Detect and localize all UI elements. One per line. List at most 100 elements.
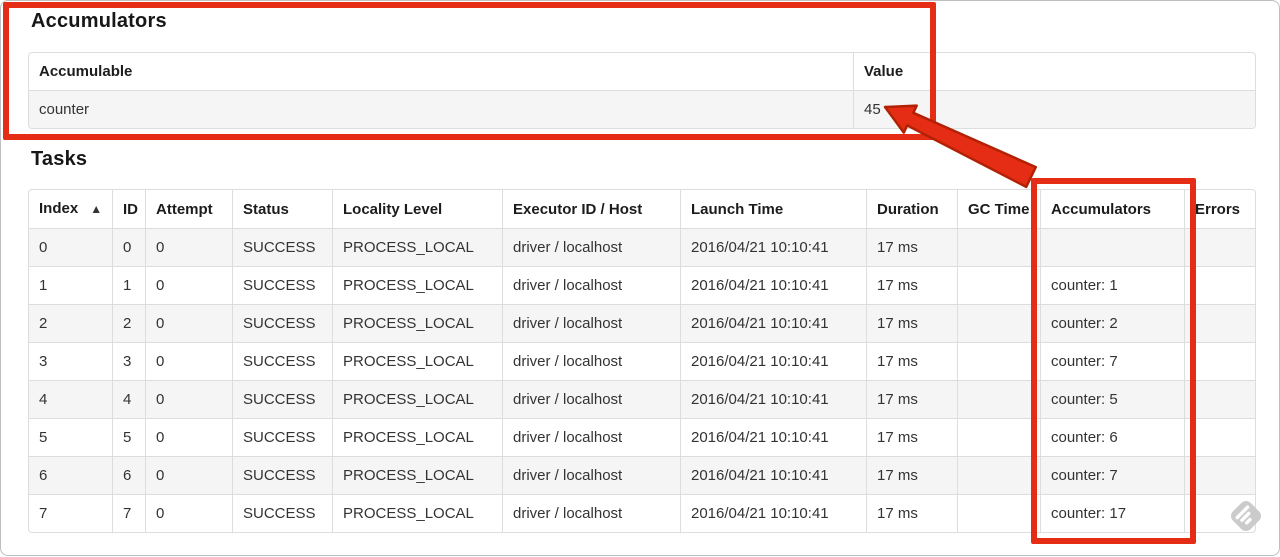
accumulator-row: counter 45 xyxy=(29,90,1255,128)
col-header-duration[interactable]: Duration xyxy=(866,190,957,228)
status-cell: SUCCESS xyxy=(232,266,332,304)
duration-cell: 17 ms xyxy=(866,456,957,494)
errors-cell xyxy=(1184,304,1255,342)
gc-time-cell xyxy=(957,380,1040,418)
duration-cell: 17 ms xyxy=(866,418,957,456)
col-header-status[interactable]: Status xyxy=(232,190,332,228)
executor-cell: driver / localhost xyxy=(502,228,680,266)
id-cell: 2 xyxy=(112,304,145,342)
status-cell: SUCCESS xyxy=(232,380,332,418)
locality-cell: PROCESS_LOCAL xyxy=(332,494,502,532)
attempt-cell: 0 xyxy=(145,228,232,266)
index-cell: 2 xyxy=(29,304,112,342)
executor-cell: driver / localhost xyxy=(502,304,680,342)
id-cell: 7 xyxy=(112,494,145,532)
executor-cell: driver / localhost xyxy=(502,266,680,304)
accumulators-header-row: Accumulable Value xyxy=(29,53,1255,90)
index-cell: 3 xyxy=(29,342,112,380)
id-cell: 1 xyxy=(112,266,145,304)
attempt-cell: 0 xyxy=(145,266,232,304)
errors-cell xyxy=(1184,456,1255,494)
index-cell: 6 xyxy=(29,456,112,494)
accumulators-cell: counter: 2 xyxy=(1040,304,1184,342)
col-header-id[interactable]: ID xyxy=(112,190,145,228)
status-cell: SUCCESS xyxy=(232,342,332,380)
locality-cell: PROCESS_LOCAL xyxy=(332,266,502,304)
index-cell: 0 xyxy=(29,228,112,266)
index-cell: 1 xyxy=(29,266,112,304)
executor-cell: driver / localhost xyxy=(502,456,680,494)
status-cell: SUCCESS xyxy=(232,456,332,494)
status-cell: SUCCESS xyxy=(232,418,332,456)
locality-cell: PROCESS_LOCAL xyxy=(332,456,502,494)
status-cell: SUCCESS xyxy=(232,228,332,266)
locality-cell: PROCESS_LOCAL xyxy=(332,380,502,418)
locality-cell: PROCESS_LOCAL xyxy=(332,304,502,342)
index-cell: 7 xyxy=(29,494,112,532)
attempt-cell: 0 xyxy=(145,418,232,456)
gc-time-cell xyxy=(957,342,1040,380)
col-header-accumulators[interactable]: Accumulators xyxy=(1040,190,1184,228)
duration-cell: 17 ms xyxy=(866,342,957,380)
duration-cell: 17 ms xyxy=(866,380,957,418)
task-row: 2 2 0 SUCCESS PROCESS_LOCAL driver / loc… xyxy=(29,304,1255,342)
col-header-index[interactable]: Index ▲ xyxy=(29,190,112,228)
attempt-cell: 0 xyxy=(145,456,232,494)
executor-cell: driver / localhost xyxy=(502,418,680,456)
errors-cell xyxy=(1184,266,1255,304)
launch-time-cell: 2016/04/21 10:10:41 xyxy=(680,342,866,380)
id-cell: 5 xyxy=(112,418,145,456)
executor-cell: driver / localhost xyxy=(502,494,680,532)
duration-cell: 17 ms xyxy=(866,494,957,532)
col-header-launch-time[interactable]: Launch Time xyxy=(680,190,866,228)
col-header-executor-id-host[interactable]: Executor ID / Host xyxy=(502,190,680,228)
task-row: 0 0 0 SUCCESS PROCESS_LOCAL driver / loc… xyxy=(29,228,1255,266)
col-header-locality-level[interactable]: Locality Level xyxy=(332,190,502,228)
id-cell: 6 xyxy=(112,456,145,494)
accumulators-table: Accumulable Value counter 45 xyxy=(28,52,1256,129)
gc-time-cell xyxy=(957,418,1040,456)
col-header-index-label: Index xyxy=(39,200,79,217)
tasks-section-title: Tasks xyxy=(31,148,88,170)
skitch-watermark-icon xyxy=(1231,501,1261,531)
attempt-cell: 0 xyxy=(145,342,232,380)
duration-cell: 17 ms xyxy=(866,228,957,266)
errors-cell xyxy=(1184,342,1255,380)
launch-time-cell: 2016/04/21 10:10:41 xyxy=(680,494,866,532)
executor-cell: driver / localhost xyxy=(502,380,680,418)
attempt-cell: 0 xyxy=(145,494,232,532)
accumulators-cell: counter: 6 xyxy=(1040,418,1184,456)
accumulators-cell: counter: 7 xyxy=(1040,342,1184,380)
tasks-table: Index ▲ ID Attempt Status Locality Level … xyxy=(28,189,1256,533)
errors-cell xyxy=(1184,418,1255,456)
accumulators-section-title: Accumulators xyxy=(31,10,167,32)
accumulators-cell: counter: 1 xyxy=(1040,266,1184,304)
task-row: 7 7 0 SUCCESS PROCESS_LOCAL driver / loc… xyxy=(29,494,1255,532)
errors-cell xyxy=(1184,228,1255,266)
task-row: 6 6 0 SUCCESS PROCESS_LOCAL driver / loc… xyxy=(29,456,1255,494)
task-row: 1 1 0 SUCCESS PROCESS_LOCAL driver / loc… xyxy=(29,266,1255,304)
errors-cell xyxy=(1184,380,1255,418)
gc-time-cell xyxy=(957,228,1040,266)
page-frame: Accumulators Accumulable Value counter 4… xyxy=(0,0,1280,556)
launch-time-cell: 2016/04/21 10:10:41 xyxy=(680,266,866,304)
col-header-gc-time[interactable]: GC Time xyxy=(957,190,1040,228)
col-header-errors[interactable]: Errors xyxy=(1184,190,1255,228)
task-row: 5 5 0 SUCCESS PROCESS_LOCAL driver / loc… xyxy=(29,418,1255,456)
sort-ascending-icon: ▲ xyxy=(90,202,103,216)
col-header-attempt[interactable]: Attempt xyxy=(145,190,232,228)
status-cell: SUCCESS xyxy=(232,304,332,342)
accumulable-value-cell: 45 xyxy=(853,90,1255,128)
gc-time-cell xyxy=(957,494,1040,532)
gc-time-cell xyxy=(957,456,1040,494)
accumulators-cell: counter: 7 xyxy=(1040,456,1184,494)
attempt-cell: 0 xyxy=(145,304,232,342)
accumulable-name-cell: counter xyxy=(29,90,853,128)
index-cell: 4 xyxy=(29,380,112,418)
launch-time-cell: 2016/04/21 10:10:41 xyxy=(680,456,866,494)
accumulators-cell: counter: 5 xyxy=(1040,380,1184,418)
gc-time-cell xyxy=(957,266,1040,304)
executor-cell: driver / localhost xyxy=(502,342,680,380)
launch-time-cell: 2016/04/21 10:10:41 xyxy=(680,418,866,456)
id-cell: 3 xyxy=(112,342,145,380)
